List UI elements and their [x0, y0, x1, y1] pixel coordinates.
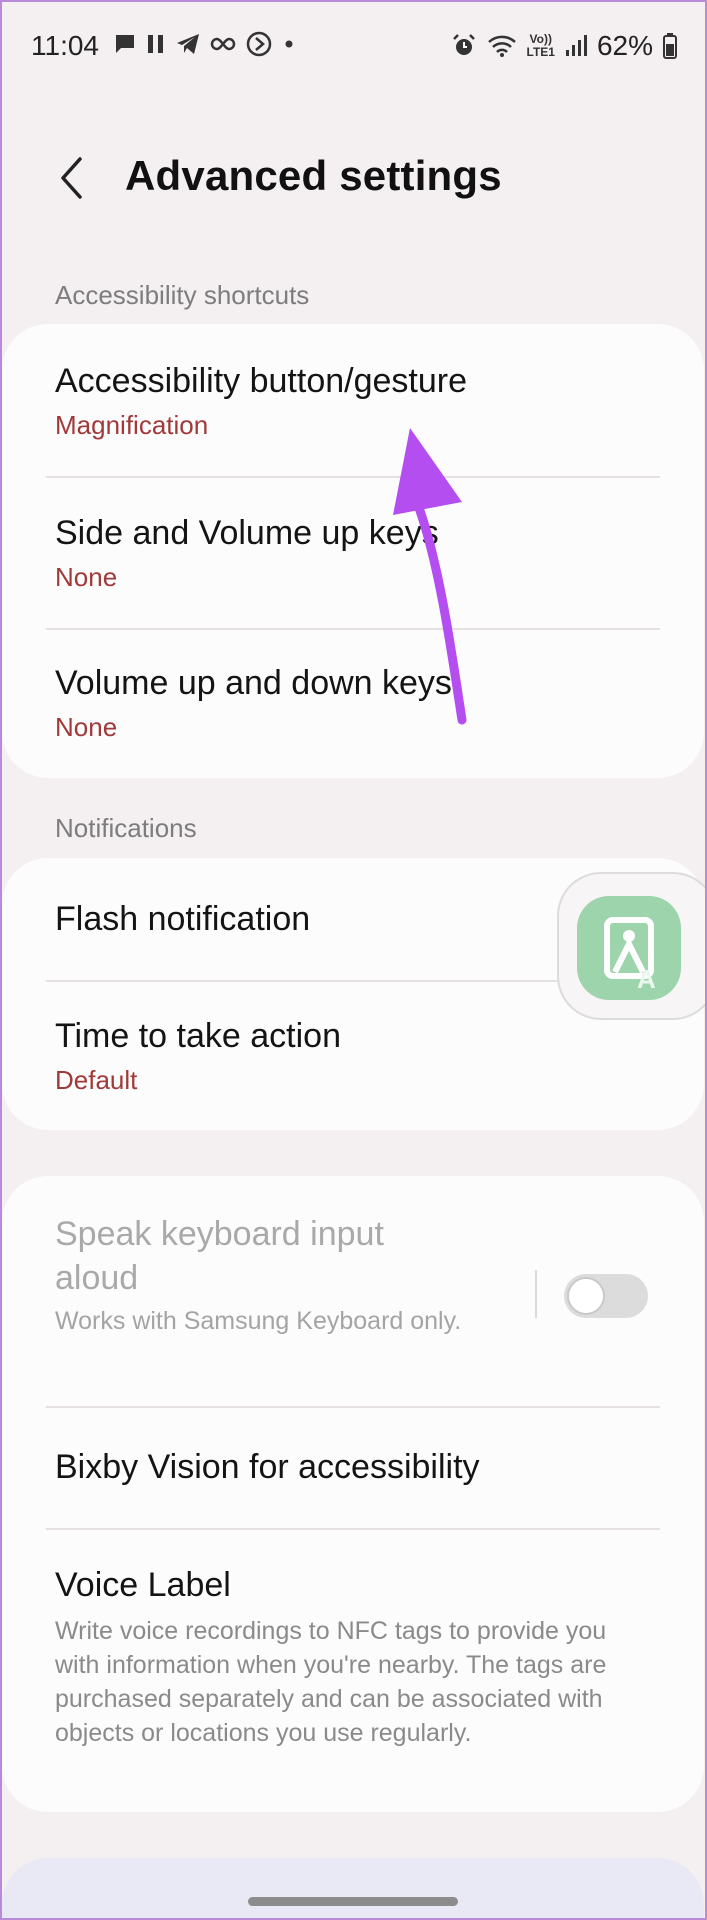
- status-time: 11:04: [31, 30, 99, 61]
- signal-icon: [565, 34, 587, 58]
- system-icons: Vo)) LTE1 62%: [451, 30, 677, 62]
- accessibility-app-icon: A: [577, 896, 681, 1000]
- section-label-accessibility-shortcuts: Accessibility shortcuts: [55, 280, 310, 310]
- other-settings-card: Speak keyboard input aloud Works with Sa…: [2, 1176, 704, 1812]
- app-header: Advanced settings: [0, 140, 707, 220]
- list-item-speak-keyboard-input[interactable]: Speak keyboard input aloud Works with Sa…: [2, 1176, 704, 1406]
- message-icon: [113, 32, 137, 56]
- list-item-accessibility-button[interactable]: Accessibility button/gesture Magnificati…: [2, 324, 704, 476]
- item-title: Accessibility button/gesture: [55, 362, 467, 400]
- battery-percent: 62%: [596, 30, 653, 61]
- battery-icon: [663, 33, 677, 59]
- network-label: LTE1: [526, 45, 555, 59]
- section-label-notifications: Notifications: [55, 813, 197, 843]
- item-title: Voice Label: [55, 1566, 231, 1604]
- item-title: Speak keyboard input aloud: [55, 1215, 384, 1297]
- page-title: Advanced settings: [125, 152, 502, 199]
- list-item-side-volume-up-keys[interactable]: Side and Volume up keys None: [2, 478, 704, 628]
- speak-keyboard-toggle[interactable]: [564, 1274, 648, 1318]
- item-value: None: [55, 562, 118, 592]
- toggle-separator: [535, 1270, 537, 1318]
- infinity-icon: [210, 36, 236, 52]
- item-title: Time to take action: [55, 1017, 341, 1055]
- item-description: Works with Samsung Keyboard only.: [55, 1307, 462, 1335]
- alarm-icon: [451, 33, 477, 59]
- telegram-icon: [175, 32, 201, 56]
- item-value: None: [55, 712, 118, 742]
- item-title: Side and Volume up keys: [55, 514, 439, 552]
- list-item-volume-up-down-keys[interactable]: Volume up and down keys None: [2, 630, 704, 778]
- more-dot-icon: [282, 37, 296, 51]
- volte-lte-icon: Vo)) LTE1: [527, 33, 555, 59]
- toggle-knob: [567, 1277, 605, 1315]
- play-circle-icon: [245, 30, 273, 58]
- list-item-bixby-vision[interactable]: Bixby Vision for accessibility: [2, 1408, 704, 1528]
- item-title: Flash notification: [55, 900, 311, 938]
- item-title: Volume up and down keys: [55, 664, 452, 702]
- item-title: Bixby Vision for accessibility: [55, 1448, 480, 1486]
- accessibility-shortcuts-card: Accessibility button/gesture Magnificati…: [2, 324, 704, 778]
- item-value: Default: [55, 1065, 138, 1095]
- list-item-voice-label[interactable]: Voice Label Write voice recordings to NF…: [2, 1530, 704, 1812]
- item-value: Magnification: [55, 410, 209, 440]
- item-description: Write voice recordings to NFC tags to pr…: [55, 1617, 607, 1747]
- notification-icons: [113, 30, 296, 58]
- home-indicator[interactable]: [248, 1897, 458, 1906]
- back-button[interactable]: [48, 150, 96, 206]
- floating-accessibility-button[interactable]: A: [557, 872, 707, 1020]
- chevron-left-icon: [61, 157, 82, 199]
- pause-icon: [146, 33, 166, 55]
- wifi-icon: [487, 34, 517, 58]
- status-bar: 11:04 Vo)) LTE1 62%: [0, 0, 707, 92]
- svg-text:A: A: [637, 964, 656, 994]
- bottom-card: [2, 1858, 704, 1920]
